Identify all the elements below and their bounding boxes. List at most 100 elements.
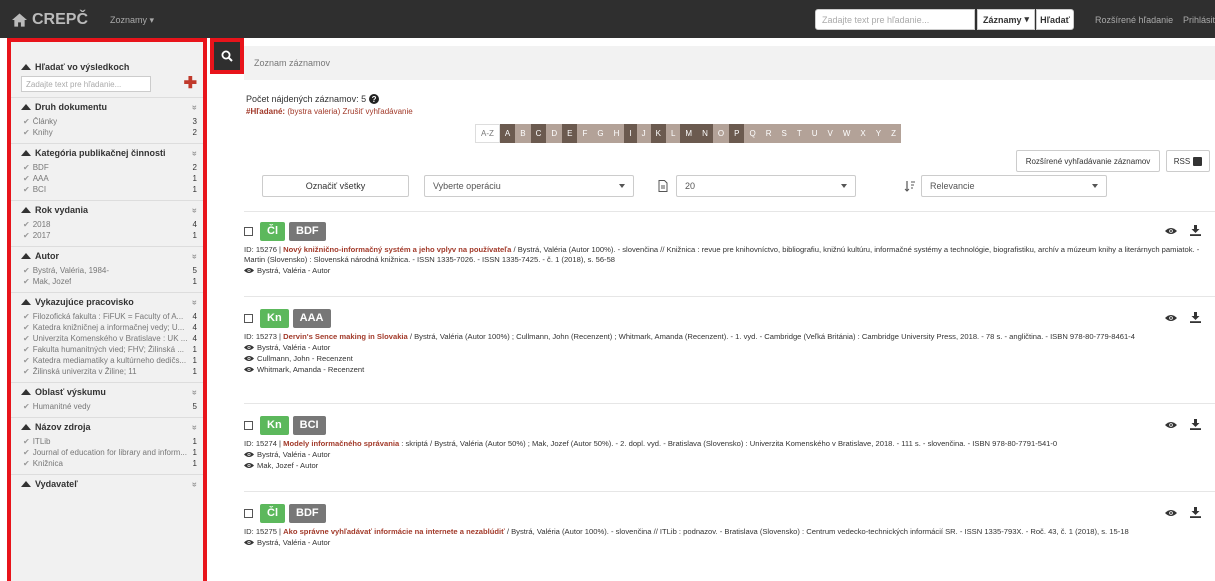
double-chevron-down-icon[interactable]: » xyxy=(190,150,200,155)
facet-header[interactable]: Rok vydania » xyxy=(11,201,203,219)
lists-menu[interactable]: Zoznamy ▾ xyxy=(110,15,154,26)
facet-header[interactable]: Vydavateľ » xyxy=(11,475,203,493)
download-icon[interactable] xyxy=(1190,507,1201,518)
eye-icon[interactable] xyxy=(1165,227,1177,235)
alphabet-letter[interactable]: I xyxy=(624,124,637,143)
double-chevron-down-icon[interactable]: » xyxy=(190,299,200,304)
record-author[interactable]: Bystrá, Valéria - Autor xyxy=(244,343,1215,353)
facet-item[interactable]: ✔ Humanitné vedy 5 xyxy=(11,401,203,412)
record-author[interactable]: Bystrá, Valéria - Autor xyxy=(244,538,1215,548)
double-chevron-down-icon[interactable]: » xyxy=(190,389,200,394)
facet-item[interactable]: ✔ 2018 4 xyxy=(11,219,203,230)
sort-select[interactable]: Relevancie xyxy=(921,175,1107,197)
alphabet-letter[interactable]: D xyxy=(546,124,563,143)
alphabet-letter[interactable]: U xyxy=(806,124,823,143)
global-search-input[interactable] xyxy=(815,9,975,30)
alphabet-letter[interactable]: Z xyxy=(886,124,901,143)
plus-icon[interactable]: ✚ xyxy=(184,76,197,92)
record-author[interactable]: Bystrá, Valéria - Autor xyxy=(244,265,1215,275)
facet-item[interactable]: ✔ BDF 2 xyxy=(11,162,203,173)
double-chevron-down-icon[interactable]: » xyxy=(190,207,200,212)
facet-item[interactable]: ✔ AAA 1 xyxy=(11,173,203,184)
alphabet-letter[interactable]: E xyxy=(562,124,578,143)
alphabet-letter[interactable]: S xyxy=(776,124,792,143)
advanced-search-link[interactable]: Rozšírené hľadanie xyxy=(1095,15,1173,25)
alphabet-letter[interactable]: K xyxy=(650,124,666,143)
record-author[interactable]: Mak, Jozef - Autor xyxy=(244,461,1215,471)
record-checkbox[interactable] xyxy=(244,420,253,430)
alphabet-letter[interactable]: L xyxy=(665,124,681,143)
alphabet-letter[interactable]: B xyxy=(515,124,531,143)
facet-item[interactable]: ✔ Fakulta humanitných vied; FHV; Žilinská… xyxy=(11,344,203,355)
facet-item[interactable]: ✔ Žilinská univerzita v Žiline; 11 1 xyxy=(11,366,203,377)
download-icon[interactable] xyxy=(1190,419,1201,430)
record-checkbox[interactable] xyxy=(244,226,253,236)
login-link[interactable]: Prihlásiť xyxy=(1183,15,1215,25)
eye-icon[interactable] xyxy=(1165,314,1177,322)
facet-header[interactable]: Autor » xyxy=(11,247,203,265)
facet-item[interactable]: ✔ BCI 1 xyxy=(11,184,203,195)
record-title-link[interactable]: Ako správne vyhľadávať informácie na int… xyxy=(283,527,505,536)
facet-header[interactable]: Názov zdroja » xyxy=(11,418,203,436)
double-chevron-down-icon[interactable]: » xyxy=(190,253,200,258)
record-author[interactable]: Bystrá, Valéria - Autor xyxy=(244,450,1215,460)
alphabet-letter[interactable]: P xyxy=(729,124,745,143)
advanced-record-search-button[interactable]: Rozšírené vyhľadávanie záznamov xyxy=(1016,150,1160,172)
facet-header[interactable]: Oblasť výskumu » xyxy=(11,383,203,401)
facet-item[interactable]: ✔ Journal of education for library and in… xyxy=(11,447,203,458)
download-icon[interactable] xyxy=(1190,225,1201,236)
record-checkbox[interactable] xyxy=(244,508,253,518)
search-scope-select[interactable]: Záznamy ▾ xyxy=(977,9,1035,30)
record-title-link[interactable]: Nový knižnično-informačný systém a jeho … xyxy=(283,245,511,254)
alphabet-letter[interactable]: G xyxy=(592,124,609,143)
alphabet-letter[interactable]: J xyxy=(636,124,651,143)
operation-select[interactable]: Vyberte operáciu xyxy=(424,175,634,197)
facet-item[interactable]: ✔ Univerzita Komenského v Bratislave : UK… xyxy=(11,333,203,344)
brand-link[interactable]: CREPČ xyxy=(12,11,88,29)
record-author[interactable]: Cullmann, John - Recenzent xyxy=(244,354,1215,364)
double-chevron-down-icon[interactable]: » xyxy=(190,424,200,429)
double-chevron-down-icon[interactable]: » xyxy=(190,481,200,486)
facet-item[interactable]: ✔ Knihy 2 xyxy=(11,127,203,138)
alphabet-letter[interactable]: Q xyxy=(744,124,761,143)
record-title-link[interactable]: Modely informačného správania xyxy=(283,439,399,448)
download-icon[interactable] xyxy=(1190,312,1201,323)
search-button[interactable]: Hľadať xyxy=(1036,9,1074,30)
alphabet-letter[interactable]: T xyxy=(791,124,807,143)
mark-all-button[interactable]: Označiť všetky xyxy=(262,175,409,197)
toggle-search-panel-button[interactable] xyxy=(210,38,244,74)
alphabet-letter[interactable]: C xyxy=(530,124,547,143)
alphabet-letter[interactable]: X xyxy=(855,124,871,143)
facet-item[interactable]: ✔ Katedra knižničnej a informačnej vedy; … xyxy=(11,322,203,333)
alphabet-letter[interactable]: A-Z xyxy=(475,124,500,143)
facet-header[interactable]: Kategória publikačnej činnosti » xyxy=(11,144,203,162)
facet-header[interactable]: Druh dokumentu » xyxy=(11,98,203,116)
record-author[interactable]: Whitmark, Amanda - Recenzent xyxy=(244,365,1215,375)
facet-item[interactable]: ✔ Knižnica 1 xyxy=(11,458,203,469)
alphabet-letter[interactable]: H xyxy=(608,124,625,143)
alphabet-letter[interactable]: Y xyxy=(870,124,887,143)
alphabet-letter[interactable]: V xyxy=(822,124,838,143)
record-checkbox[interactable] xyxy=(244,313,253,323)
facet-item[interactable]: ✔ Katedra mediamatiky a kultúrneho dedičs… xyxy=(11,355,203,366)
rss-button[interactable]: RSS xyxy=(1166,150,1210,172)
alphabet-letter[interactable]: N xyxy=(697,124,713,143)
facet-item[interactable]: ✔ ITLib 1 xyxy=(11,436,203,447)
eye-icon[interactable] xyxy=(1165,509,1177,517)
eye-icon[interactable] xyxy=(1165,421,1177,429)
alphabet-letter[interactable]: W xyxy=(837,124,856,143)
alphabet-letter[interactable]: M xyxy=(680,124,698,143)
double-chevron-down-icon[interactable]: » xyxy=(190,104,200,109)
facet-item[interactable]: ✔ 2017 1 xyxy=(11,230,203,241)
alphabet-letter[interactable]: F xyxy=(577,124,593,143)
facet-item[interactable]: ✔ Články 3 xyxy=(11,116,203,127)
sidebar-search-input[interactable] xyxy=(21,76,151,92)
help-icon[interactable]: ? xyxy=(369,94,380,104)
facet-item[interactable]: ✔ Bystrá, Valéria, 1984- 5 xyxy=(11,265,203,276)
facet-header[interactable]: Vykazujúce pracovisko » xyxy=(11,293,203,311)
alphabet-letter[interactable]: O xyxy=(712,124,730,143)
clear-search-link[interactable]: Zrušiť vyhľadávanie xyxy=(342,107,412,116)
facet-item[interactable]: ✔ Mak, Jozef 1 xyxy=(11,276,203,287)
facet-item[interactable]: ✔ Filozofická fakulta : FiFUK = Faculty o… xyxy=(11,311,203,322)
record-title-link[interactable]: Dervin's Sence making in Slovakia xyxy=(283,332,408,341)
